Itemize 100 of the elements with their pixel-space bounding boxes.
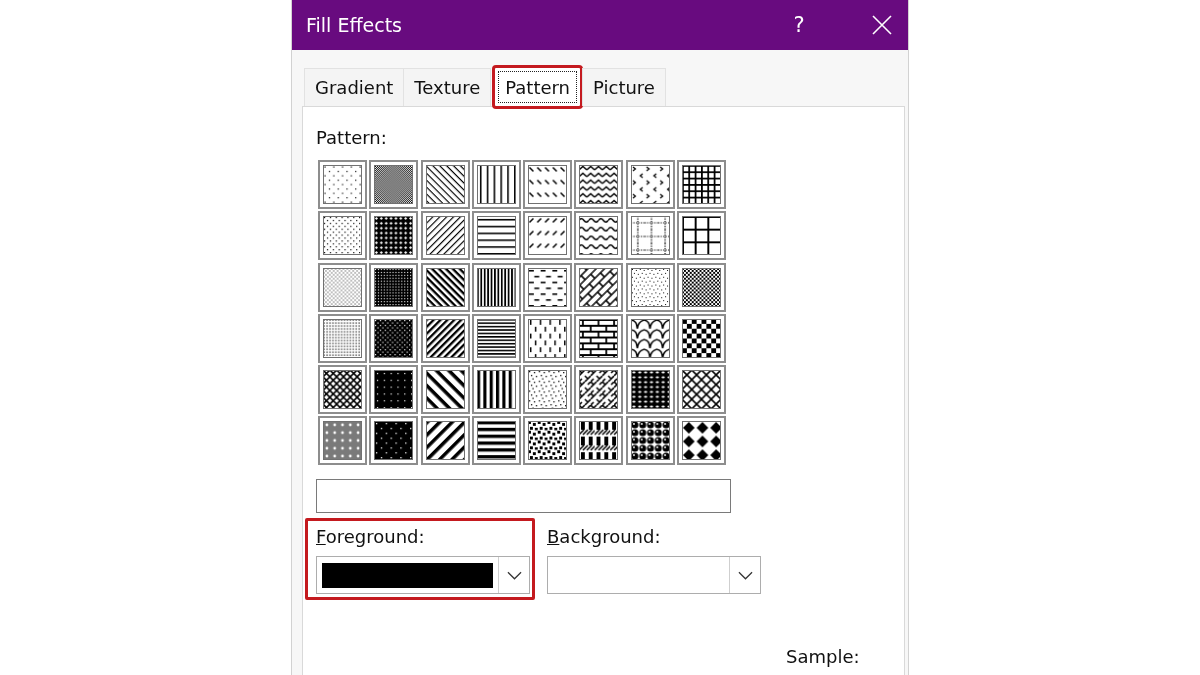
color-dropdown[interactable]: [547, 556, 761, 595]
pattern-swatch[interactable]: [420, 160, 470, 209]
halftone-pattern-icon: [374, 267, 414, 307]
grid-pattern-icon: [682, 165, 722, 204]
dot-pattern-icon: [374, 370, 414, 410]
section-label: Pattern:: [316, 126, 387, 150]
sample-label: Sample:: [786, 645, 860, 670]
pattern-swatch[interactable]: [625, 313, 675, 363]
pattern-swatch[interactable]: [625, 262, 675, 312]
weave-pattern-icon: [579, 370, 619, 410]
dash-pattern-icon: [528, 267, 568, 307]
dash-pattern-icon: [528, 318, 568, 358]
pattern-swatch[interactable]: [471, 416, 521, 466]
pattern-swatch[interactable]: [677, 211, 727, 261]
pattern-swatch[interactable]: [625, 416, 675, 466]
dot-pattern-icon: [374, 318, 414, 358]
pattern-swatch[interactable]: [318, 416, 367, 466]
crosshatch-pattern-icon: [682, 370, 722, 410]
horizontal-stripes-icon: [476, 318, 516, 358]
pattern-swatch[interactable]: [471, 211, 521, 261]
pattern-swatch[interactable]: [574, 262, 624, 312]
pattern-swatch[interactable]: [677, 313, 727, 363]
dash-pattern-icon: [528, 165, 568, 204]
dot-pattern-icon: [323, 165, 362, 204]
pattern-swatch[interactable]: [625, 160, 675, 209]
pattern-swatch[interactable]: [471, 313, 521, 363]
color-dropdown[interactable]: [316, 556, 530, 595]
checker-pattern-icon: [682, 318, 722, 358]
pattern-swatch[interactable]: [523, 416, 573, 466]
vertical-stripes-icon: [476, 370, 516, 410]
tab[interactable]: Gradient: [304, 68, 405, 106]
brick-pattern-icon: [579, 318, 619, 358]
dot-pattern-icon: [323, 318, 362, 358]
horizontal-stripes-icon: [476, 216, 516, 256]
zigzag-pattern-icon: [579, 165, 619, 204]
chevron-down-icon: [737, 571, 753, 580]
pattern-swatch[interactable]: [420, 211, 470, 261]
dot-pattern-icon: [323, 216, 362, 256]
pattern-swatch[interactable]: [318, 365, 367, 415]
plaid-pattern-icon: [579, 421, 619, 461]
pattern-swatch[interactable]: [420, 416, 470, 466]
pattern-swatch[interactable]: [471, 160, 521, 209]
pattern-swatch[interactable]: [523, 211, 573, 261]
confetti-pattern-icon: [528, 421, 568, 461]
pattern-swatch[interactable]: [318, 313, 367, 363]
pattern-swatch[interactable]: [420, 262, 470, 312]
diagonal-stripes-icon: [425, 165, 465, 204]
diagonal-stripes-icon: [425, 421, 465, 461]
pattern-swatch[interactable]: [523, 262, 573, 312]
pattern-swatch[interactable]: [523, 313, 573, 363]
pattern-swatch[interactable]: [471, 262, 521, 312]
pattern-swatch[interactable]: [369, 313, 419, 363]
oval-dot-pattern-icon: [630, 370, 670, 410]
pattern-swatch[interactable]: [369, 211, 419, 261]
diamond-pattern-icon: [682, 421, 722, 461]
pattern-swatch[interactable]: [677, 365, 727, 415]
pattern-swatch[interactable]: [318, 211, 367, 261]
pattern-swatch[interactable]: [369, 416, 419, 466]
diagonal-stripes-icon: [425, 267, 465, 307]
halftone-pattern-icon: [374, 165, 414, 204]
grid-pattern-icon: [682, 216, 722, 256]
pattern-swatch[interactable]: [523, 160, 573, 209]
close-icon: [872, 15, 892, 35]
pattern-swatch[interactable]: [420, 365, 470, 415]
pattern-swatch[interactable]: [369, 262, 419, 312]
checker-pattern-icon: [682, 267, 722, 307]
dash-pattern-icon: [528, 216, 568, 256]
pattern-swatch[interactable]: [677, 262, 727, 312]
pattern-swatch[interactable]: [677, 160, 727, 209]
tab[interactable]: Texture: [403, 68, 492, 106]
wave-pattern-icon: [579, 216, 619, 256]
pattern-swatch[interactable]: [318, 160, 367, 209]
horizontal-stripes-icon: [476, 421, 516, 461]
pattern-swatch[interactable]: [625, 365, 675, 415]
halftone-pattern-icon: [374, 216, 414, 256]
pattern-swatch[interactable]: [574, 416, 624, 466]
pattern-swatch[interactable]: [574, 211, 624, 261]
field-label: Foreground:: [316, 525, 425, 550]
pattern-swatch[interactable]: [574, 365, 624, 415]
vertical-stripes-icon: [476, 267, 516, 307]
pattern-swatch[interactable]: [471, 365, 521, 415]
pattern-swatch[interactable]: [574, 160, 624, 209]
tab[interactable]: Pattern: [492, 65, 584, 109]
pattern-swatch[interactable]: [625, 211, 675, 261]
pattern-swatch[interactable]: [677, 416, 727, 466]
confetti-pattern-icon: [528, 370, 568, 410]
pattern-swatch[interactable]: [523, 365, 573, 415]
sphere-pattern-icon: [630, 421, 670, 461]
brick-pattern-icon: [579, 267, 619, 307]
tab[interactable]: Picture: [582, 68, 666, 106]
help-button[interactable]: ?: [776, 0, 822, 50]
pattern-swatch[interactable]: [318, 262, 367, 312]
chevron-down-icon: [506, 571, 522, 580]
chevron-pattern-icon: [630, 165, 670, 204]
pattern-swatch[interactable]: [369, 160, 419, 209]
pattern-swatch[interactable]: [574, 313, 624, 363]
pattern-swatch[interactable]: [420, 313, 470, 363]
dot-pattern-icon: [323, 421, 362, 461]
dot-pattern-icon: [323, 267, 362, 307]
pattern-swatch[interactable]: [369, 365, 419, 415]
